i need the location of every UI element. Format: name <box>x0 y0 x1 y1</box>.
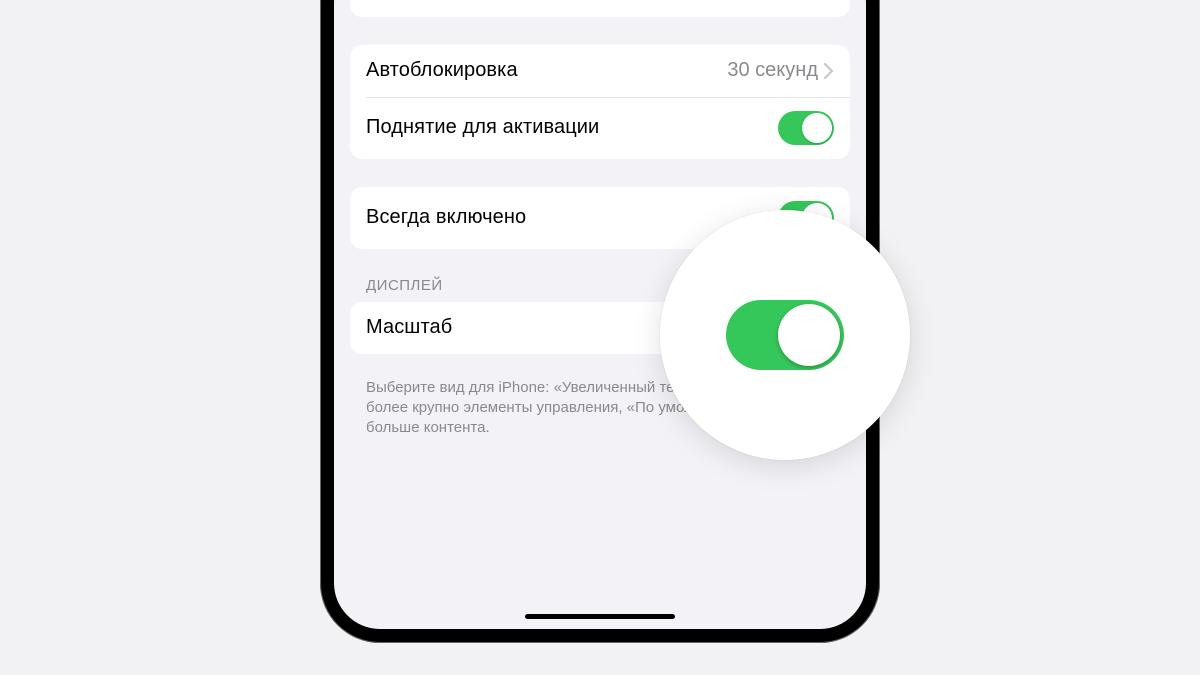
row-autolock[interactable]: Автоблокировка 30 секунд <box>350 45 850 97</box>
toggle-knob <box>778 304 840 366</box>
row-raise-to-wake[interactable]: Поднятие для активации <box>350 97 850 159</box>
row-label: Поднятие для активации <box>366 116 778 139</box>
zoom-callout <box>660 210 910 460</box>
row-label: Автоблокировка <box>366 59 727 82</box>
row-label: Масштаб <box>366 316 683 339</box>
toggle-always-on-zoomed[interactable] <box>726 300 844 370</box>
toggle-raise-to-wake[interactable] <box>778 111 834 145</box>
chevron-right-icon <box>824 63 834 79</box>
toggle-knob <box>802 113 832 143</box>
row-night-shift[interactable]: Night Shift Выкл. <box>350 0 850 17</box>
settings-group: Night Shift Выкл. <box>350 0 850 17</box>
settings-group: Автоблокировка 30 секунд Поднятие для ак… <box>350 45 850 159</box>
row-label: Всегда включено <box>366 206 778 229</box>
row-value: 30 секунд <box>727 59 818 82</box>
home-indicator[interactable] <box>525 614 675 619</box>
row-value: Выкл. <box>764 0 818 2</box>
row-label: Night Shift <box>366 0 764 2</box>
